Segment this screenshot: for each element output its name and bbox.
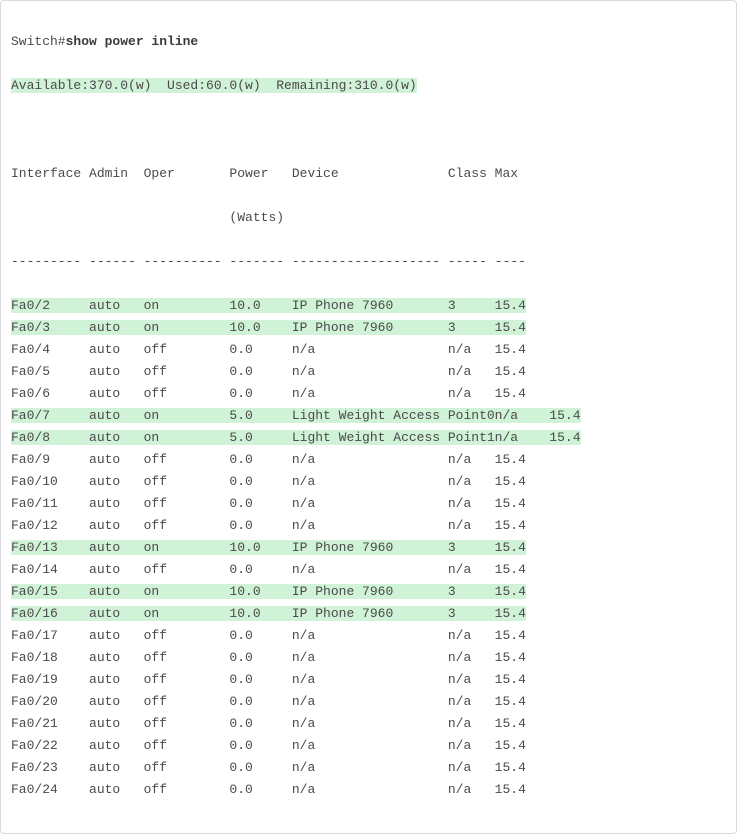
column-divider-line: --------- ------ ---------- ------- ----… bbox=[11, 251, 726, 273]
table-row: Fa0/9 auto off 0.0 n/a n/a 15.4 bbox=[11, 449, 726, 471]
table-row: Fa0/15 auto on 10.0 IP Phone 7960 3 15.4 bbox=[11, 581, 726, 603]
power-summary-line: Available:370.0(w) Used:60.0(w) Remainin… bbox=[11, 75, 726, 97]
table-row: Fa0/22 auto off 0.0 n/a n/a 15.4 bbox=[11, 735, 726, 757]
table-row: Fa0/5 auto off 0.0 n/a n/a 15.4 bbox=[11, 361, 726, 383]
blank-line bbox=[11, 119, 726, 141]
table-row: Fa0/19 auto off 0.0 n/a n/a 15.4 bbox=[11, 669, 726, 691]
table-row: Fa0/13 auto on 10.0 IP Phone 7960 3 15.4 bbox=[11, 537, 726, 559]
cli-prompt: Switch# bbox=[11, 34, 66, 49]
table-row: Fa0/8 auto on 5.0 Light Weight Access Po… bbox=[11, 427, 726, 449]
table-row: Fa0/18 auto off 0.0 n/a n/a 15.4 bbox=[11, 647, 726, 669]
table-row: Fa0/10 auto off 0.0 n/a n/a 15.4 bbox=[11, 471, 726, 493]
cli-output-panel: Switch#show power inline Available:370.0… bbox=[0, 0, 737, 834]
table-row: Fa0/2 auto on 10.0 IP Phone 7960 3 15.4 bbox=[11, 295, 726, 317]
table-row: Fa0/6 auto off 0.0 n/a n/a 15.4 bbox=[11, 383, 726, 405]
cli-command: show power inline bbox=[66, 34, 199, 49]
table-row: Fa0/12 auto off 0.0 n/a n/a 15.4 bbox=[11, 515, 726, 537]
table-row: Fa0/11 auto off 0.0 n/a n/a 15.4 bbox=[11, 493, 726, 515]
table-row: Fa0/3 auto on 10.0 IP Phone 7960 3 15.4 bbox=[11, 317, 726, 339]
table-row: Fa0/4 auto off 0.0 n/a n/a 15.4 bbox=[11, 339, 726, 361]
table-row: Fa0/20 auto off 0.0 n/a n/a 15.4 bbox=[11, 691, 726, 713]
table-row: Fa0/24 auto off 0.0 n/a n/a 15.4 bbox=[11, 779, 726, 801]
table-row: Fa0/14 auto off 0.0 n/a n/a 15.4 bbox=[11, 559, 726, 581]
column-header-line-2: (Watts) bbox=[11, 207, 726, 229]
table-row: Fa0/7 auto on 5.0 Light Weight Access Po… bbox=[11, 405, 726, 427]
table-row: Fa0/16 auto on 10.0 IP Phone 7960 3 15.4 bbox=[11, 603, 726, 625]
power-summary: Available:370.0(w) Used:60.0(w) Remainin… bbox=[11, 78, 417, 93]
table-row: Fa0/23 auto off 0.0 n/a n/a 15.4 bbox=[11, 757, 726, 779]
table-row: Fa0/21 auto off 0.0 n/a n/a 15.4 bbox=[11, 713, 726, 735]
table-row: Fa0/17 auto off 0.0 n/a n/a 15.4 bbox=[11, 625, 726, 647]
cli-command-line: Switch#show power inline bbox=[11, 31, 726, 53]
column-header-line-1: Interface Admin Oper Power Device Class … bbox=[11, 163, 726, 185]
